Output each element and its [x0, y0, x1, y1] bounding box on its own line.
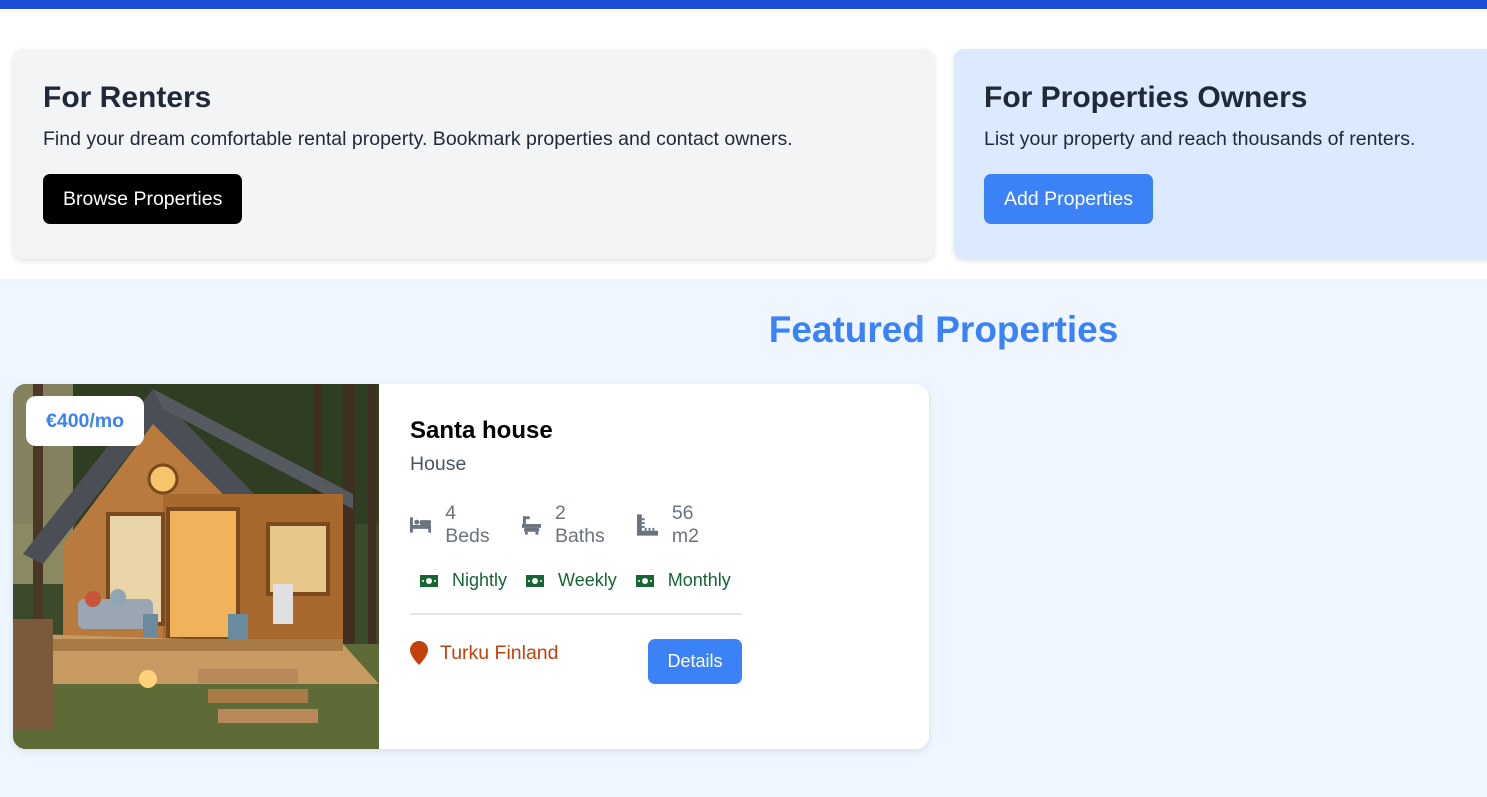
divider — [410, 613, 742, 615]
owners-card: For Properties Owners List your property… — [954, 49, 1487, 259]
owners-description: List your property and reach thousands o… — [984, 128, 1416, 150]
rate-nightly: Nightly — [420, 570, 507, 591]
property-footer: Turku Finland Details — [410, 639, 742, 699]
map-marker-icon — [410, 641, 428, 665]
top-accent-bar — [0, 0, 1487, 9]
rate-nightly-label: Nightly — [452, 570, 508, 590]
baths-fact: 2 Baths — [521, 502, 619, 548]
property-type: House — [410, 453, 467, 475]
property-location: Turku Finland — [410, 641, 559, 665]
property-card: €400/mo Santa house House 4 Beds 2 Baths… — [13, 384, 929, 749]
property-details: Santa house House 4 Beds 2 Baths 56 m2 N… — [410, 414, 742, 699]
bed-icon — [410, 517, 432, 533]
rate-weekly: Weekly — [526, 570, 617, 591]
money-bill-icon — [526, 574, 545, 587]
bath-icon — [521, 516, 541, 535]
rate-weekly-label: Weekly — [558, 570, 617, 590]
area-label: 56 m2 — [671, 502, 699, 547]
renters-title: For Renters — [43, 81, 212, 114]
add-properties-button[interactable]: Add Properties — [984, 174, 1153, 224]
browse-properties-button[interactable]: Browse Properties — [43, 174, 243, 224]
ruler-combined-icon — [636, 514, 658, 536]
details-button[interactable]: Details — [648, 639, 742, 684]
featured-title: Featured Properties — [768, 309, 1119, 350]
money-bill-icon — [420, 574, 438, 587]
beds-label: 4 Beds — [445, 502, 490, 547]
renters-description: Find your dream comfortable rental prope… — [43, 128, 793, 150]
rate-monthly-label: Monthly — [667, 570, 731, 590]
property-name: Santa house — [410, 417, 553, 444]
renters-card: For Renters Find your dream comfortable … — [13, 49, 934, 259]
owners-title: For Properties Owners — [984, 81, 1308, 114]
money-bill-icon — [635, 574, 654, 587]
property-image: €400/mo — [13, 384, 379, 749]
rate-options: Nightly Weekly Monthly — [410, 570, 742, 591]
price-badge: €400/mo — [26, 396, 145, 446]
location-label: Turku Finland — [440, 641, 559, 664]
featured-properties-section: Featured Properties €400/mo Santa house … — [0, 279, 1487, 797]
rate-monthly: Monthly — [635, 570, 731, 591]
property-facts: 4 Beds 2 Baths 56 m2 — [410, 502, 742, 548]
area-fact: 56 m2 — [636, 502, 724, 548]
baths-label: 2 Baths — [554, 502, 605, 547]
beds-fact: 4 Beds — [410, 502, 504, 548]
